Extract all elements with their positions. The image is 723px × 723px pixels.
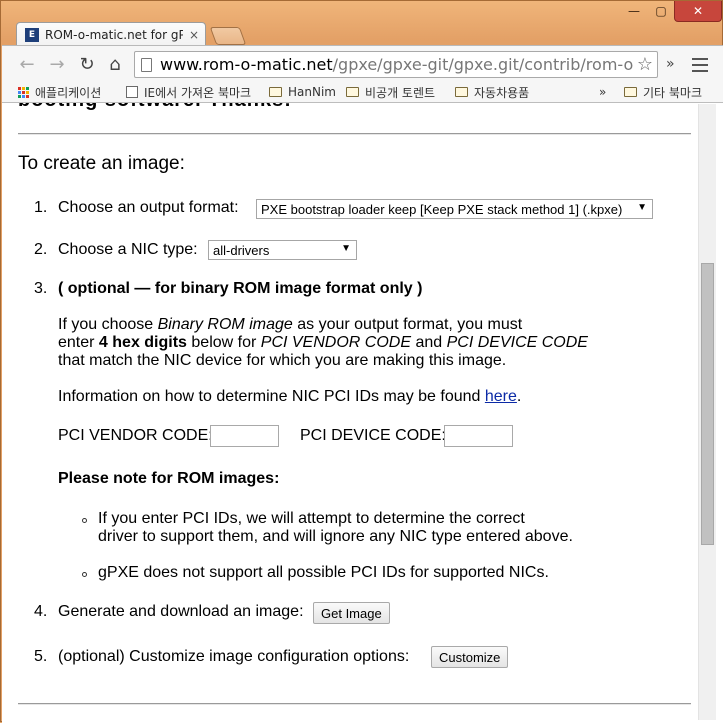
scrollbar-thumb[interactable] [701, 263, 714, 545]
bookmark-label: 기타 북마크 [643, 85, 703, 100]
tab-title: ROM-o-matic.net for gPX [45, 27, 183, 42]
vendor-code-input[interactable] [210, 425, 279, 447]
url-path: /gpxe/gpxe-git/gpxe.git/contrib/rom-o-m [332, 55, 633, 74]
note-bullet-2: gPXE does not support all possible PCI I… [98, 564, 549, 581]
toolbar: ← → ↻ ⌂ www.rom-o-matic.net/gpxe/gpxe-gi… [2, 45, 723, 81]
device-code-input[interactable] [444, 425, 513, 447]
get-image-button[interactable]: Get Image [313, 602, 390, 624]
bookmark-apps[interactable]: 애플리케이션 [18, 83, 101, 101]
page-icon [126, 86, 138, 98]
emphasis: 4 hex digits [98, 334, 187, 351]
address-bar[interactable]: www.rom-o-matic.net/gpxe/gpxe-git/gpxe.g… [134, 51, 658, 78]
text: Information on how to determine NIC PCI … [58, 388, 485, 405]
text: If you choose [58, 316, 158, 333]
step-number: 5. [34, 648, 48, 665]
folder-icon [455, 87, 468, 97]
bookmarks-bar: 애플리케이션 IE에서 가져온 북마크 HanNim 비공개 토렌트 자동차용품… [2, 81, 723, 103]
dropdown-arrow-icon: ▼ [637, 202, 647, 213]
rom-note-heading: Please note for ROM images: [58, 470, 280, 487]
divider [18, 703, 691, 705]
bookmark-star-icon[interactable]: ☆ [637, 54, 653, 75]
folder-icon [269, 87, 282, 97]
vendor-code-label: PCI VENDOR CODE: [58, 427, 213, 444]
page-icon [141, 57, 152, 72]
pci-info-line: Information on how to determine NIC PCI … [58, 388, 521, 406]
nic-type-label: Choose a NIC type: [58, 241, 198, 258]
instructions-line-3: that match the NIC device for which you … [58, 352, 507, 369]
emphasis: PCI VENDOR CODE [260, 334, 412, 351]
text: . [516, 388, 522, 405]
tab-close-icon[interactable]: × [189, 28, 199, 42]
bullet-icon [82, 518, 87, 523]
customize-label: (optional) Customize image configuration… [58, 648, 410, 665]
step-number: 4. [34, 603, 48, 620]
text: and [411, 334, 447, 351]
tab-rom-o-matic[interactable]: E ROM-o-matic.net for gPX × [16, 22, 206, 46]
instructions-line-2: enter 4 hex digits below for PCI VENDOR … [58, 334, 588, 352]
browser-window: — ▢ ✕ E ROM-o-matic.net for gPX × ← → ↻ … [0, 0, 723, 723]
text: enter [58, 334, 99, 351]
bookmarks-overflow-icon[interactable]: » [599, 83, 606, 101]
instructions-line-1: If you choose Binary ROM image as your o… [58, 316, 522, 334]
note-bullet-1-line-1: If you enter PCI IDs, we will attempt to… [98, 510, 525, 527]
device-code-label: PCI DEVICE CODE: [300, 427, 446, 444]
page-content: booting software. Thanks! To create an i… [2, 103, 723, 723]
bookmark-folder-other[interactable]: 기타 북마크 [624, 83, 702, 101]
apps-icon [18, 86, 29, 98]
forward-icon[interactable]: → [44, 52, 70, 76]
text: below for [186, 334, 261, 351]
url-text[interactable]: www.rom-o-matic.net/gpxe/gpxe-git/gpxe.g… [160, 55, 633, 74]
tab-strip: E ROM-o-matic.net for gPX × [1, 15, 723, 46]
here-link[interactable]: here [485, 388, 517, 405]
bookmark-folder-private-torrent[interactable]: 비공개 토렌트 [346, 83, 435, 101]
customize-button[interactable]: Customize [431, 646, 509, 668]
output-format-value: PXE bootstrap loader keep [Keep PXE stac… [261, 201, 623, 217]
step-number: 3. [34, 280, 48, 297]
dropdown-arrow-icon: ▼ [341, 243, 351, 254]
bookmark-label: 자동차용품 [474, 85, 530, 100]
generate-label: Generate and download an image: [58, 603, 304, 620]
bookmark-label: 애플리케이션 [35, 85, 102, 100]
note-bullet-1-line-2: driver to support them, and will ignore … [98, 528, 573, 545]
nic-type-value: all-drivers [213, 242, 270, 258]
section-title: To create an image: [18, 153, 185, 174]
home-icon[interactable]: ⌂ [102, 52, 128, 76]
bullet-icon [82, 572, 87, 577]
optional-heading: ( optional — for binary ROM image format… [58, 280, 423, 297]
menu-icon[interactable] [692, 54, 708, 76]
emphasis: Binary ROM image [157, 316, 293, 333]
back-icon[interactable]: ← [14, 52, 40, 76]
favicon-icon: E [25, 27, 39, 42]
extensions-overflow-icon[interactable]: » [666, 56, 675, 72]
url-host: www.rom-o-matic.net [160, 55, 333, 74]
text: as your output format, you must [292, 316, 523, 333]
nic-type-select[interactable]: all-drivers ▼ [208, 240, 357, 260]
bookmark-folder-hannim[interactable]: HanNim [269, 83, 336, 101]
step-number: 1. [34, 199, 48, 216]
folder-icon [346, 87, 359, 97]
output-format-label: Choose an output format: [58, 199, 239, 216]
emphasis: PCI DEVICE CODE [446, 334, 588, 351]
folder-icon [624, 87, 637, 97]
reload-icon[interactable]: ↻ [74, 52, 100, 76]
bookmark-label: 비공개 토렌트 [365, 85, 436, 100]
partial-heading: booting software. Thanks! [18, 103, 292, 112]
new-tab-button[interactable] [209, 27, 247, 45]
step-number: 2. [34, 241, 48, 258]
bookmark-label: HanNim [288, 85, 336, 99]
bookmark-label: IE에서 가져온 북마크 [144, 85, 252, 100]
bookmark-ie-imported[interactable]: IE에서 가져온 북마크 [126, 83, 251, 101]
divider [18, 133, 691, 135]
output-format-select[interactable]: PXE bootstrap loader keep [Keep PXE stac… [256, 199, 653, 219]
bookmark-folder-car-supplies[interactable]: 자동차용품 [455, 83, 529, 101]
